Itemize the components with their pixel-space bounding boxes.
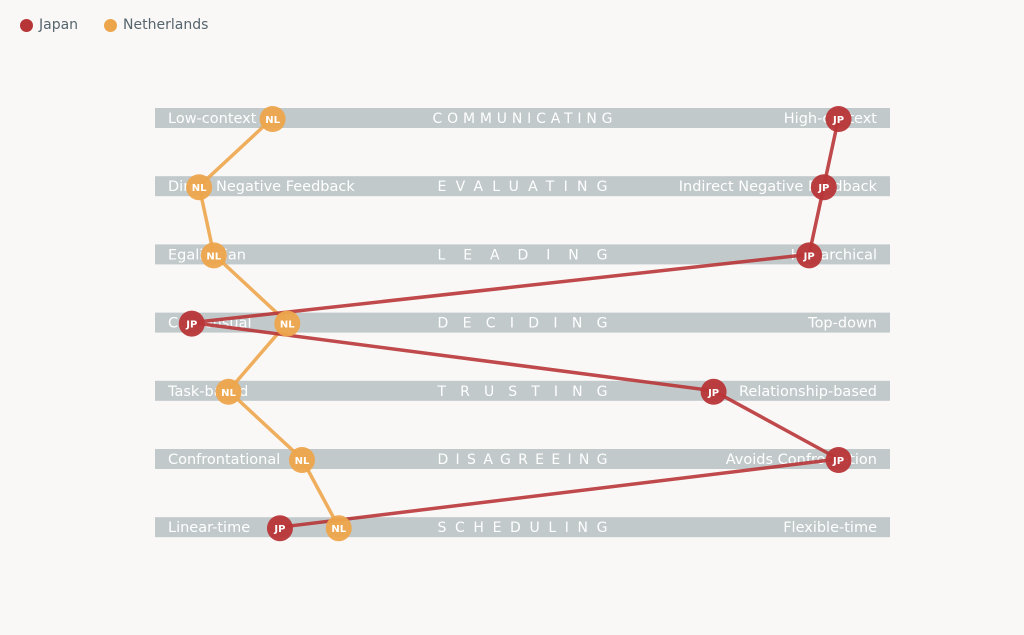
dot-label-netherlands-communicating: NL bbox=[265, 115, 280, 126]
dot-label-japan-scheduling: JP bbox=[273, 524, 285, 535]
dot-label-netherlands-trusting: NL bbox=[221, 388, 236, 399]
dot-label-japan-communicating: JP bbox=[832, 115, 844, 126]
culture-map-chart: Low-contextHigh-contextCOMMUNICATINGDire… bbox=[155, 106, 890, 542]
scale-left-label-communicating: Low-context bbox=[168, 111, 257, 127]
dot-label-japan-evaluating: JP bbox=[817, 183, 829, 194]
scale-left-label-disagreeing: Confrontational bbox=[168, 452, 280, 468]
scale-right-label-deciding: Top-down bbox=[807, 316, 877, 332]
dot-label-japan-deciding: JP bbox=[185, 320, 197, 331]
dot-label-japan-disagreeing: JP bbox=[832, 456, 844, 467]
dot-label-netherlands-leading: NL bbox=[206, 251, 221, 262]
dot-label-netherlands-disagreeing: NL bbox=[295, 456, 310, 467]
dot-label-netherlands-scheduling: NL bbox=[331, 524, 346, 535]
scale-bar-scheduling bbox=[155, 517, 890, 538]
scale-left-label-scheduling: Linear-time bbox=[168, 520, 250, 536]
dot-label-netherlands-deciding: NL bbox=[280, 320, 295, 331]
dot-label-netherlands-evaluating: NL bbox=[192, 183, 207, 194]
scale-right-label-disagreeing: Avoids Confrontation bbox=[726, 452, 877, 468]
scale-right-label-scheduling: Flexible-time bbox=[783, 520, 877, 536]
scale-right-label-trusting: Relationship-based bbox=[739, 384, 877, 400]
dot-label-japan-leading: JP bbox=[803, 251, 815, 262]
dot-label-japan-trusting: JP bbox=[707, 388, 719, 399]
scale-right-label-evaluating: Indirect Negative Feedback bbox=[679, 179, 878, 195]
